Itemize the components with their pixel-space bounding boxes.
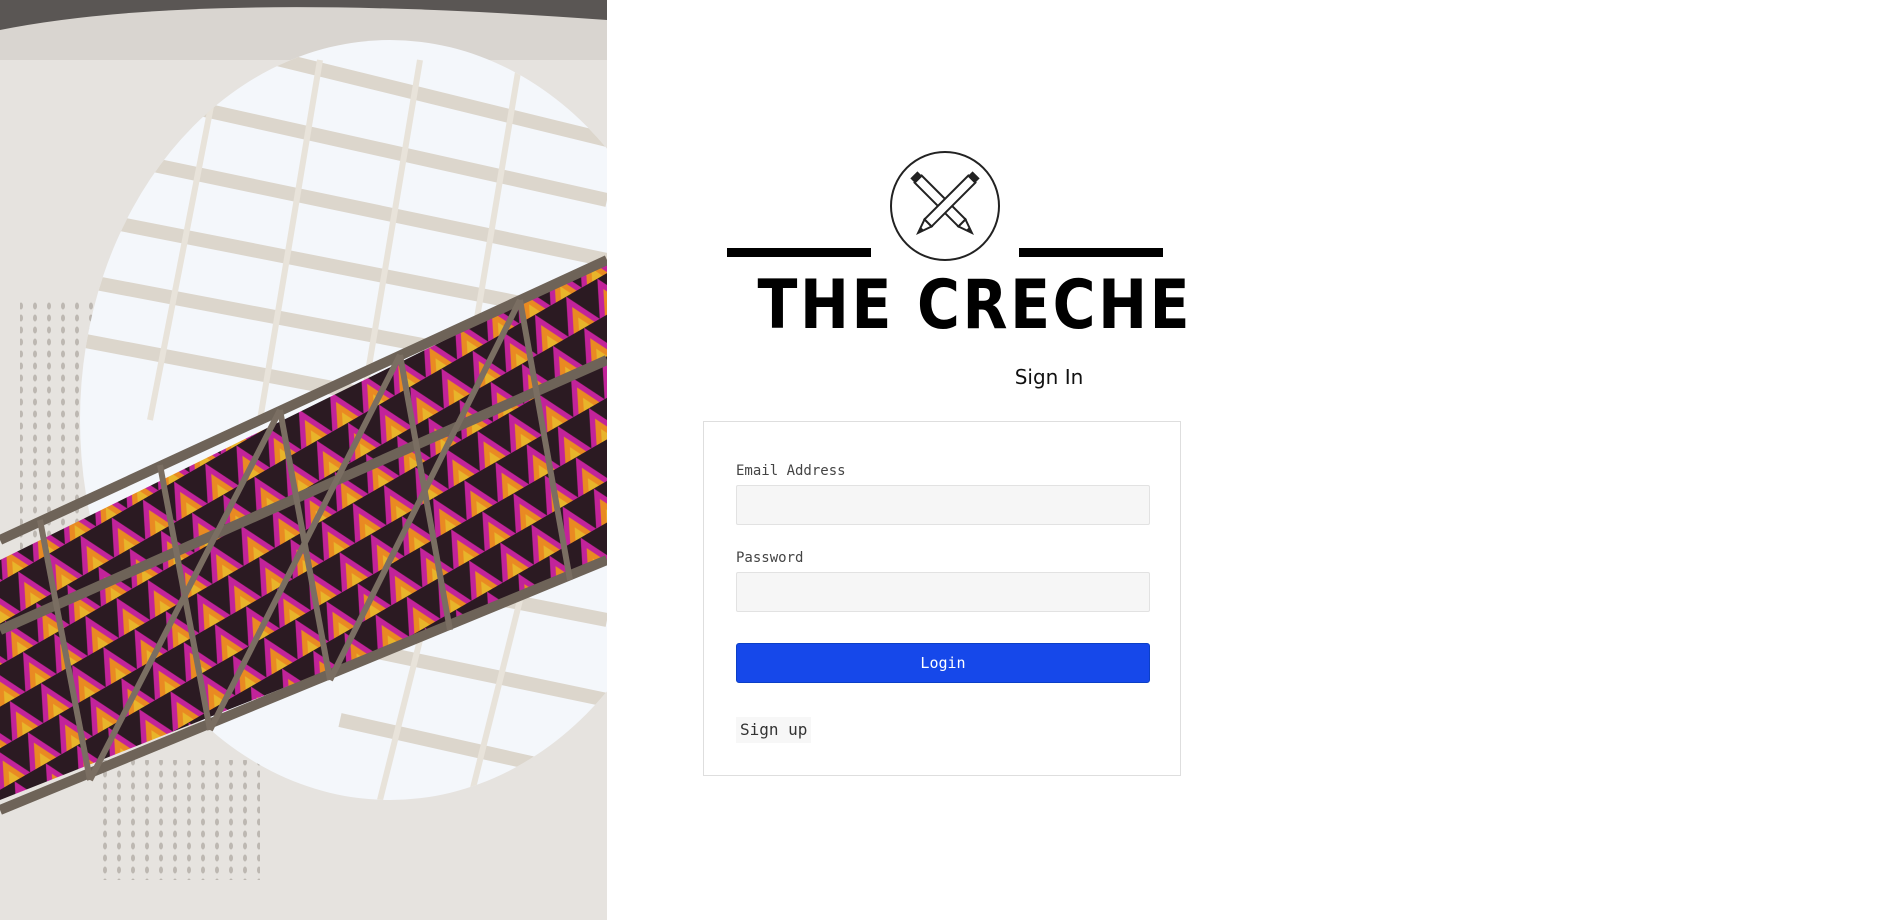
email-label: Email Address [736, 463, 846, 479]
sign-in-panel: THE CRECHE Sign In Email Address Passwor… [607, 0, 1898, 920]
email-field[interactable] [736, 485, 1150, 525]
hero-image [0, 0, 607, 920]
brand-logo: THE CRECHE [727, 150, 1193, 350]
sign-up-link[interactable]: Sign up [736, 717, 812, 743]
brand-name: THE CRECHE [757, 266, 1193, 345]
login-button[interactable]: Login [736, 643, 1150, 683]
password-field[interactable] [736, 572, 1150, 612]
sign-in-form: Email Address Password Login Sign up [703, 421, 1181, 776]
crossed-pencils-icon [727, 151, 1163, 261]
sign-in-page: THE CRECHE Sign In Email Address Passwor… [0, 0, 1898, 920]
page-title: Sign In [1014, 365, 1084, 389]
password-label: Password [736, 550, 804, 566]
skylight-staircase-illustration [0, 0, 607, 920]
